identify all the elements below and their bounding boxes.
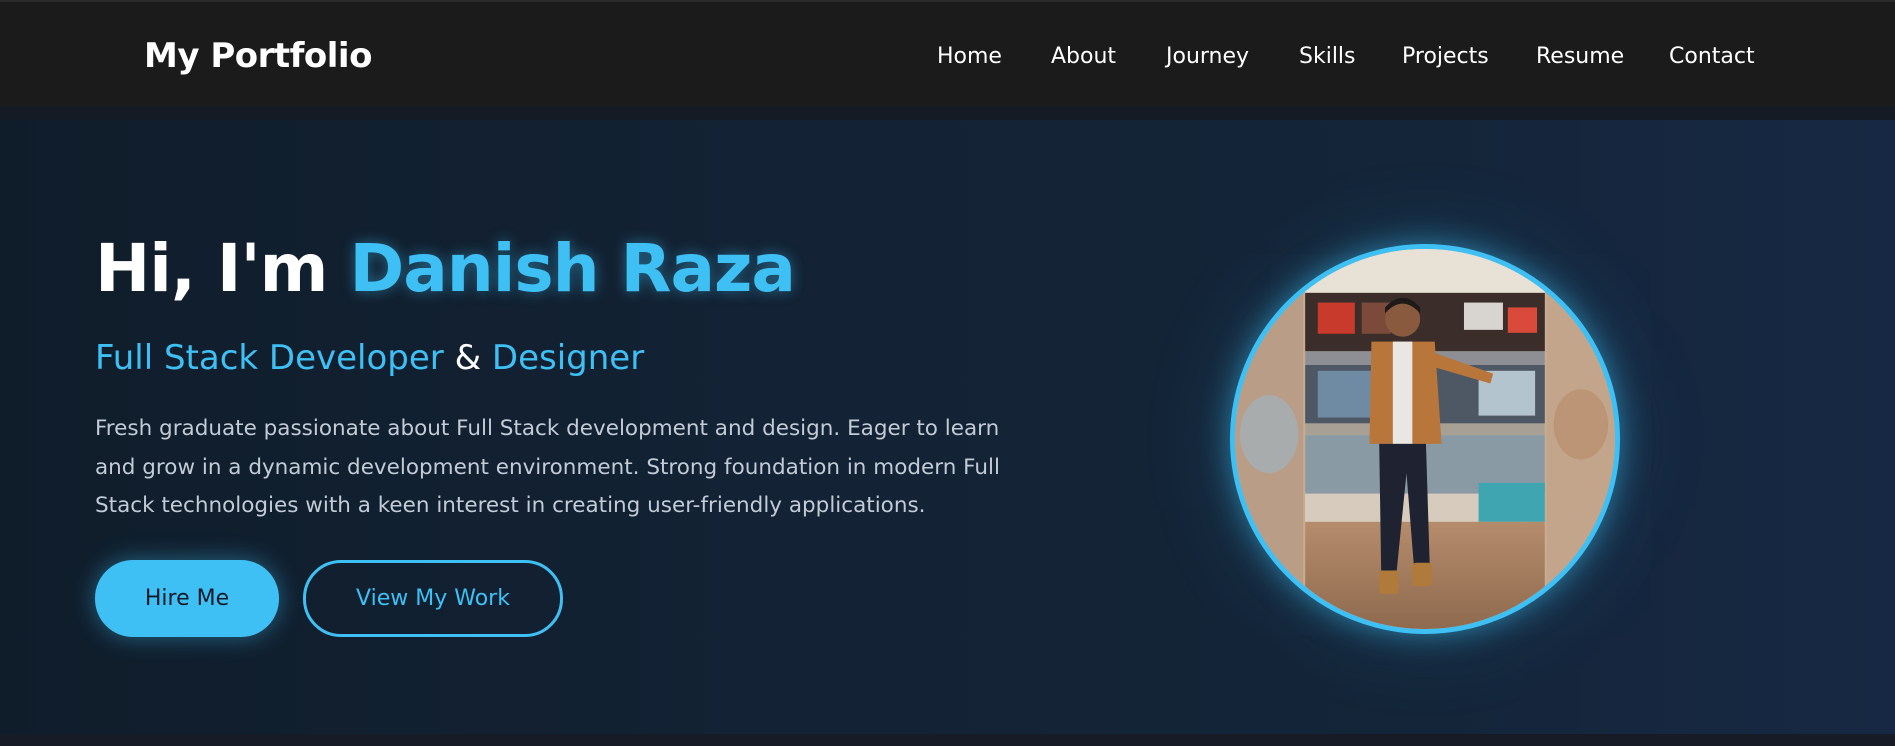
navbar: My Portfolio Home About Journey Skills P…: [0, 2, 1895, 106]
profile-photo: [1230, 244, 1620, 634]
bottom-strip: [0, 734, 1895, 746]
nav-link-resume[interactable]: Resume: [1536, 44, 1624, 69]
nav-links: Home About Journey Skills Projects Resum…: [0, 44, 1895, 74]
hero-greeting: Hi, I'm: [95, 230, 328, 307]
hero-title: Hi, I'm Danish Raza: [95, 230, 796, 307]
hero-section: Hi, I'm Danish Raza Full Stack Developer…: [0, 120, 1895, 734]
nav-link-about[interactable]: About: [1051, 44, 1116, 69]
nav-link-projects[interactable]: Projects: [1402, 44, 1489, 69]
hero-subtitle: Full Stack Developer & Designer: [95, 338, 644, 378]
role-secondary: Designer: [491, 338, 645, 378]
hero-name: Danish Raza: [349, 230, 795, 307]
role-primary: Full Stack Developer: [95, 338, 444, 378]
nav-link-journey[interactable]: Journey: [1166, 44, 1249, 69]
nav-link-home[interactable]: Home: [937, 44, 1002, 69]
hero-description: Fresh graduate passionate about Full Sta…: [95, 416, 1000, 518]
profile-photo-illustration: [1235, 249, 1615, 629]
view-work-button[interactable]: View My Work: [303, 560, 563, 637]
nav-link-skills[interactable]: Skills: [1299, 44, 1356, 69]
role-joiner: &: [454, 338, 482, 378]
hire-me-button[interactable]: Hire Me: [95, 560, 279, 637]
nav-separator: [0, 106, 1895, 120]
nav-link-contact[interactable]: Contact: [1669, 44, 1755, 69]
